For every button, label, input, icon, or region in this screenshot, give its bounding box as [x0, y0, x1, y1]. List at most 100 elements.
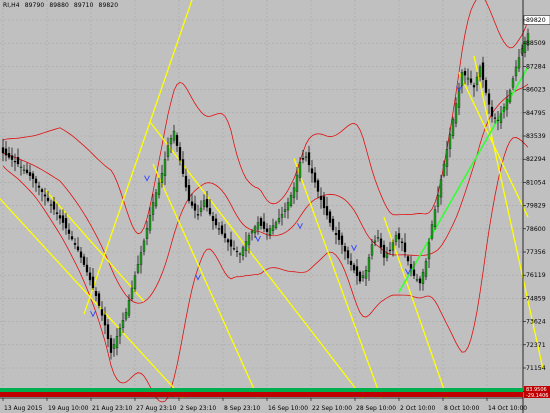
- candle-body: [43, 194, 47, 197]
- candle-body: [397, 233, 401, 240]
- candle-body: [163, 159, 167, 176]
- candle-body: [313, 172, 317, 183]
- candle: [166, 137, 170, 161]
- candle-body: [139, 252, 143, 265]
- candle-body: [502, 107, 506, 112]
- candle: [364, 265, 368, 286]
- candle: [22, 164, 26, 175]
- candle-body: [496, 119, 500, 122]
- candle-body: [325, 206, 329, 216]
- candle: [334, 226, 338, 245]
- candle: [367, 253, 371, 281]
- candle-body: [475, 76, 479, 85]
- time-tick-label: 28 Sep 10:00: [356, 405, 396, 412]
- candle: [469, 70, 473, 85]
- candle-body: [4, 148, 8, 156]
- candle-body: [109, 338, 113, 353]
- candle-body: [472, 85, 476, 88]
- low-value: 89710: [73, 2, 94, 9]
- candle: [145, 220, 149, 246]
- candle-body: [277, 218, 281, 223]
- candle-body: [232, 248, 236, 250]
- close-value: 89820: [98, 2, 119, 9]
- candle-body: [181, 159, 185, 174]
- trendline-yellow[interactable]: [293, 158, 382, 399]
- candle: [244, 231, 248, 258]
- candle: [496, 111, 500, 131]
- candle-body: [94, 291, 98, 297]
- candle-body: [424, 260, 428, 277]
- candle-body: [187, 185, 191, 201]
- candle-body: [193, 203, 197, 211]
- candle-body: [52, 201, 56, 210]
- candle-body: [490, 106, 494, 117]
- candle-body: [112, 344, 116, 349]
- candle: [10, 147, 14, 167]
- candle: [94, 287, 98, 302]
- open-value: 89790: [24, 2, 45, 9]
- candle-body: [265, 228, 269, 232]
- candle: [277, 208, 281, 225]
- candle-body: [322, 196, 326, 209]
- candle-body: [55, 212, 59, 214]
- candle: [355, 259, 359, 285]
- price-tick-label: 74859: [526, 295, 546, 302]
- candle-body: [169, 138, 173, 145]
- candle-body: [280, 213, 284, 218]
- candle-body: [310, 168, 314, 174]
- candle-body: [16, 157, 20, 165]
- candle: [310, 160, 314, 183]
- candle: [265, 223, 269, 240]
- candle: [307, 145, 311, 173]
- candle-body: [157, 182, 161, 195]
- candle-body: [256, 222, 260, 230]
- candle-body: [124, 312, 128, 320]
- candle-body: [373, 240, 377, 243]
- candle-body: [346, 250, 350, 259]
- candle-body: [448, 134, 452, 149]
- candle: [7, 146, 11, 160]
- trendline-yellow[interactable]: [0, 198, 184, 399]
- candle: [151, 193, 155, 222]
- candle-body: [229, 239, 233, 247]
- candle: [82, 253, 86, 268]
- time-tick-label: 22 Sep 10:00: [312, 405, 352, 412]
- candle-body: [259, 218, 263, 226]
- candle-body: [403, 242, 407, 253]
- candle: [181, 151, 185, 177]
- candle-body: [517, 57, 521, 69]
- candle-body: [22, 169, 26, 171]
- candle-body: [481, 62, 485, 80]
- price-tick-label: 76119: [526, 272, 546, 279]
- price-chart[interactable]: 89820 88509 87284 86023 84795 83539 82294 81054…: [0, 0, 550, 413]
- price-tick-label: 88509: [526, 40, 546, 47]
- trendline-green[interactable]: [398, 66, 529, 293]
- price-tick-label: 71154: [526, 365, 546, 372]
- candle: [406, 254, 410, 266]
- candle: [61, 209, 65, 231]
- candle-body: [91, 276, 95, 289]
- candle-body: [385, 253, 389, 258]
- candle-body: [493, 117, 497, 119]
- candle: [175, 132, 179, 152]
- candle: [91, 268, 95, 290]
- candle-body: [274, 222, 278, 228]
- chart-window[interactable]: 89820 88509 87284 86023 84795 83539 82294 81054…: [0, 0, 550, 413]
- indicator-value-label: -29.1406: [526, 393, 548, 399]
- candle: [184, 168, 188, 192]
- candle: [451, 116, 455, 139]
- candle-body: [286, 202, 290, 211]
- candle-body: [361, 275, 365, 279]
- trendline-yellow[interactable]: [83, 0, 213, 315]
- candle-body: [271, 225, 275, 231]
- candle-body: [433, 209, 437, 228]
- trendline-yellow[interactable]: [152, 163, 259, 399]
- candle-body: [328, 211, 332, 223]
- candle-body: [394, 235, 398, 242]
- candle: [433, 205, 437, 230]
- candle: [76, 237, 80, 253]
- candle: [229, 231, 233, 256]
- candle-body: [106, 324, 110, 340]
- candle-body: [190, 201, 194, 206]
- candle: [268, 225, 272, 240]
